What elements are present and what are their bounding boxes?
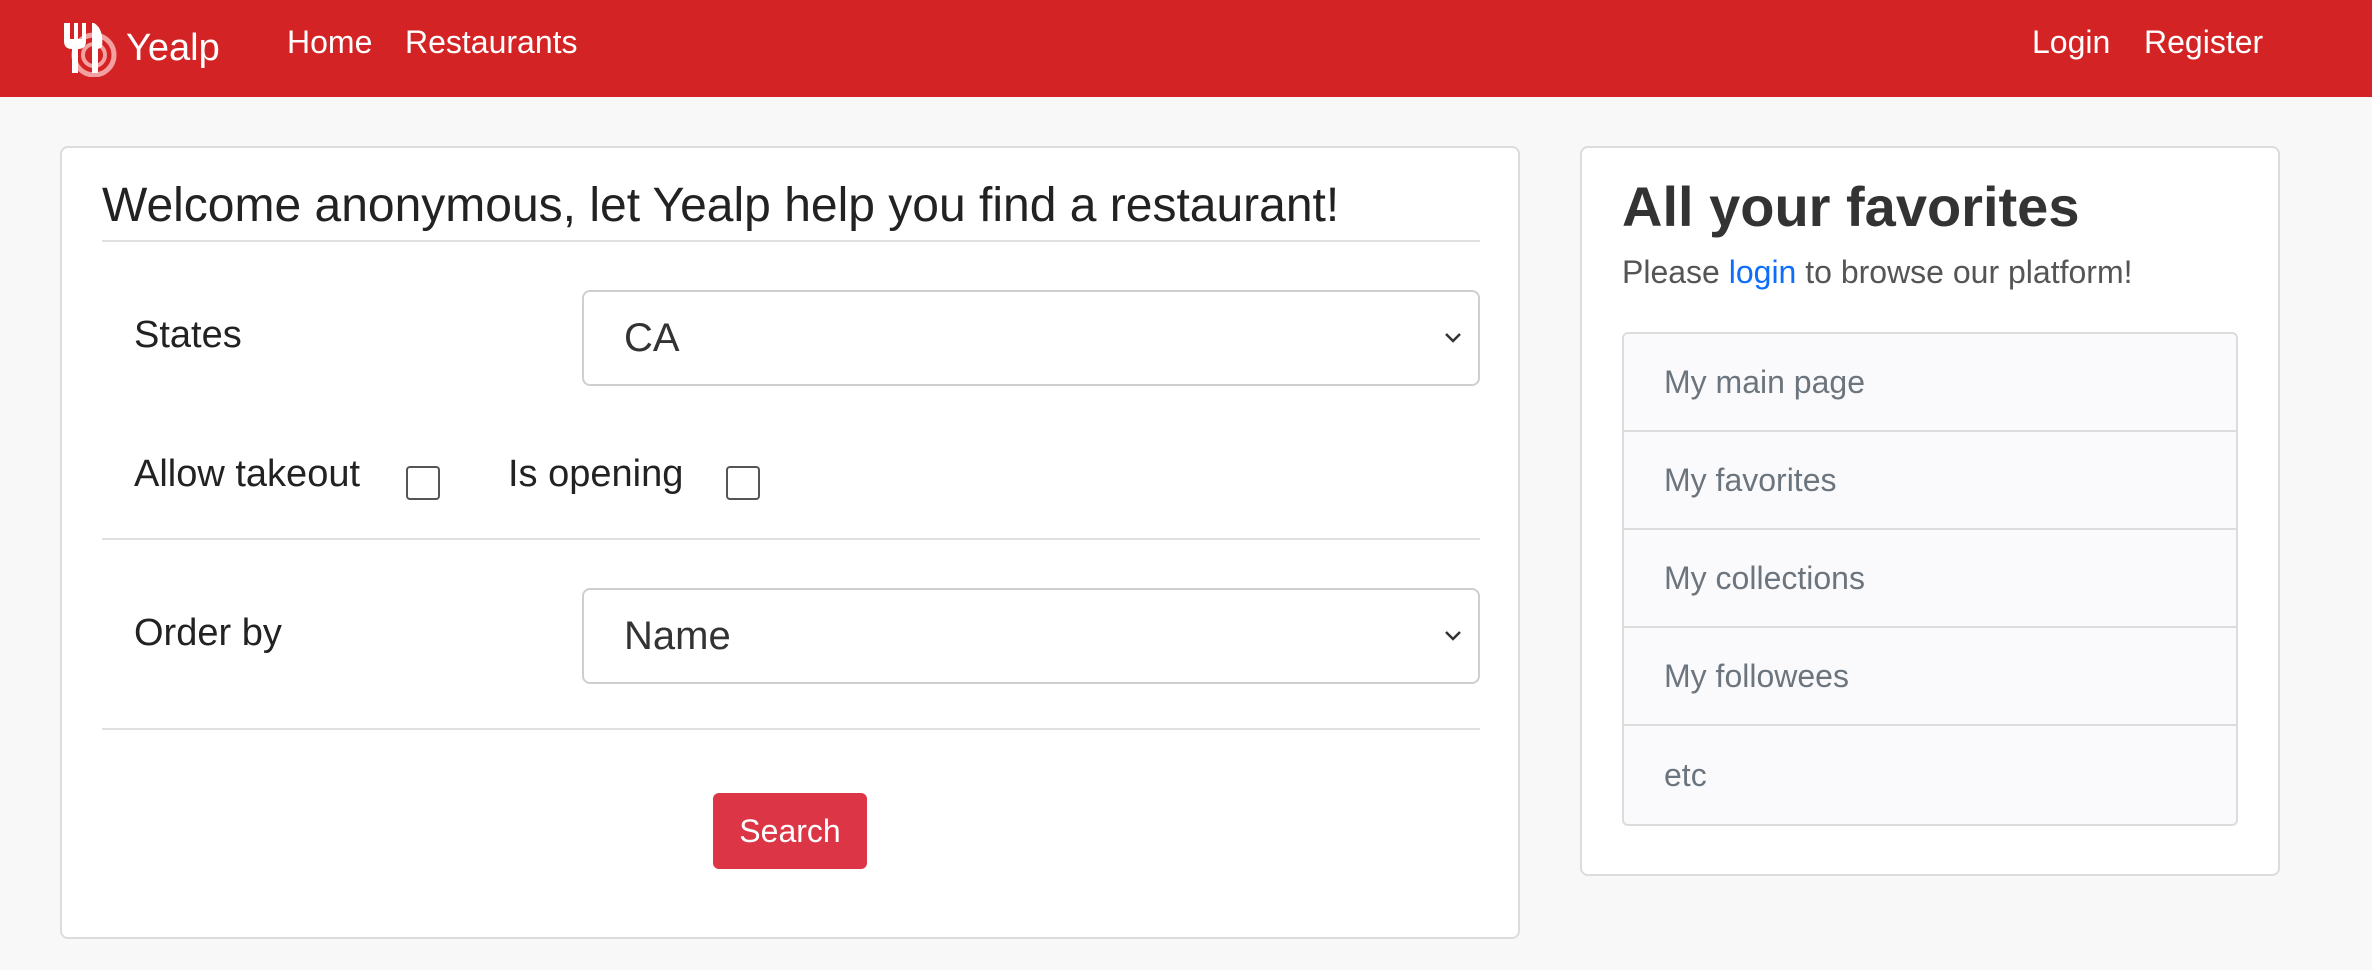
top-navbar: Yealp Home Restaurants Login Register (0, 0, 2372, 97)
restaurant-logo-icon (64, 23, 117, 77)
states-select[interactable]: CA (582, 290, 1480, 386)
title-divider (102, 240, 1480, 242)
list-item-followees[interactable]: My followees (1624, 628, 2236, 726)
nav-restaurants-link[interactable]: Restaurants (405, 22, 578, 62)
favorites-list: My main page My favorites My collections… (1622, 332, 2238, 826)
states-label: States (134, 314, 242, 356)
chevron-down-icon (1445, 631, 1461, 641)
opening-label: Is opening (508, 453, 684, 495)
nav-home-link[interactable]: Home (287, 22, 372, 62)
order-by-select-value: Name (624, 613, 731, 658)
brand-link[interactable]: Yealp (60, 12, 220, 84)
takeout-label: Allow takeout (134, 453, 361, 495)
subtitle-text-before: Please (1622, 254, 1729, 290)
favorites-title: All your favorites (1622, 175, 2080, 238)
takeout-checkbox[interactable] (406, 466, 440, 500)
states-select-value: CA (624, 315, 680, 360)
brand-name: Yealp (126, 26, 220, 69)
favorites-card: All your favorites Please login to brows… (1580, 146, 2280, 876)
chevron-down-icon (1445, 333, 1461, 343)
nav-login-link[interactable]: Login (2032, 22, 2110, 62)
nav-register-link[interactable]: Register (2144, 22, 2263, 62)
subtitle-text-after: to browse our platform! (1796, 254, 2133, 290)
list-item-etc[interactable]: etc (1624, 726, 2236, 824)
favorites-subtitle: Please login to browse our platform! (1622, 254, 2132, 291)
subtitle-login-link[interactable]: login (1729, 254, 1797, 290)
filters-divider (102, 538, 1480, 540)
order-by-label: Order by (134, 612, 282, 654)
list-item-collections[interactable]: My collections (1624, 530, 2236, 628)
order-divider (102, 728, 1480, 730)
search-button[interactable]: Search (713, 793, 867, 869)
order-by-select[interactable]: Name (582, 588, 1480, 684)
search-card: Welcome anonymous, let Yealp help you fi… (60, 146, 1520, 939)
list-item-main-page[interactable]: My main page (1624, 334, 2236, 432)
search-card-title: Welcome anonymous, let Yealp help you fi… (102, 179, 1340, 232)
list-item-favorites[interactable]: My favorites (1624, 432, 2236, 530)
opening-checkbox[interactable] (726, 466, 760, 500)
